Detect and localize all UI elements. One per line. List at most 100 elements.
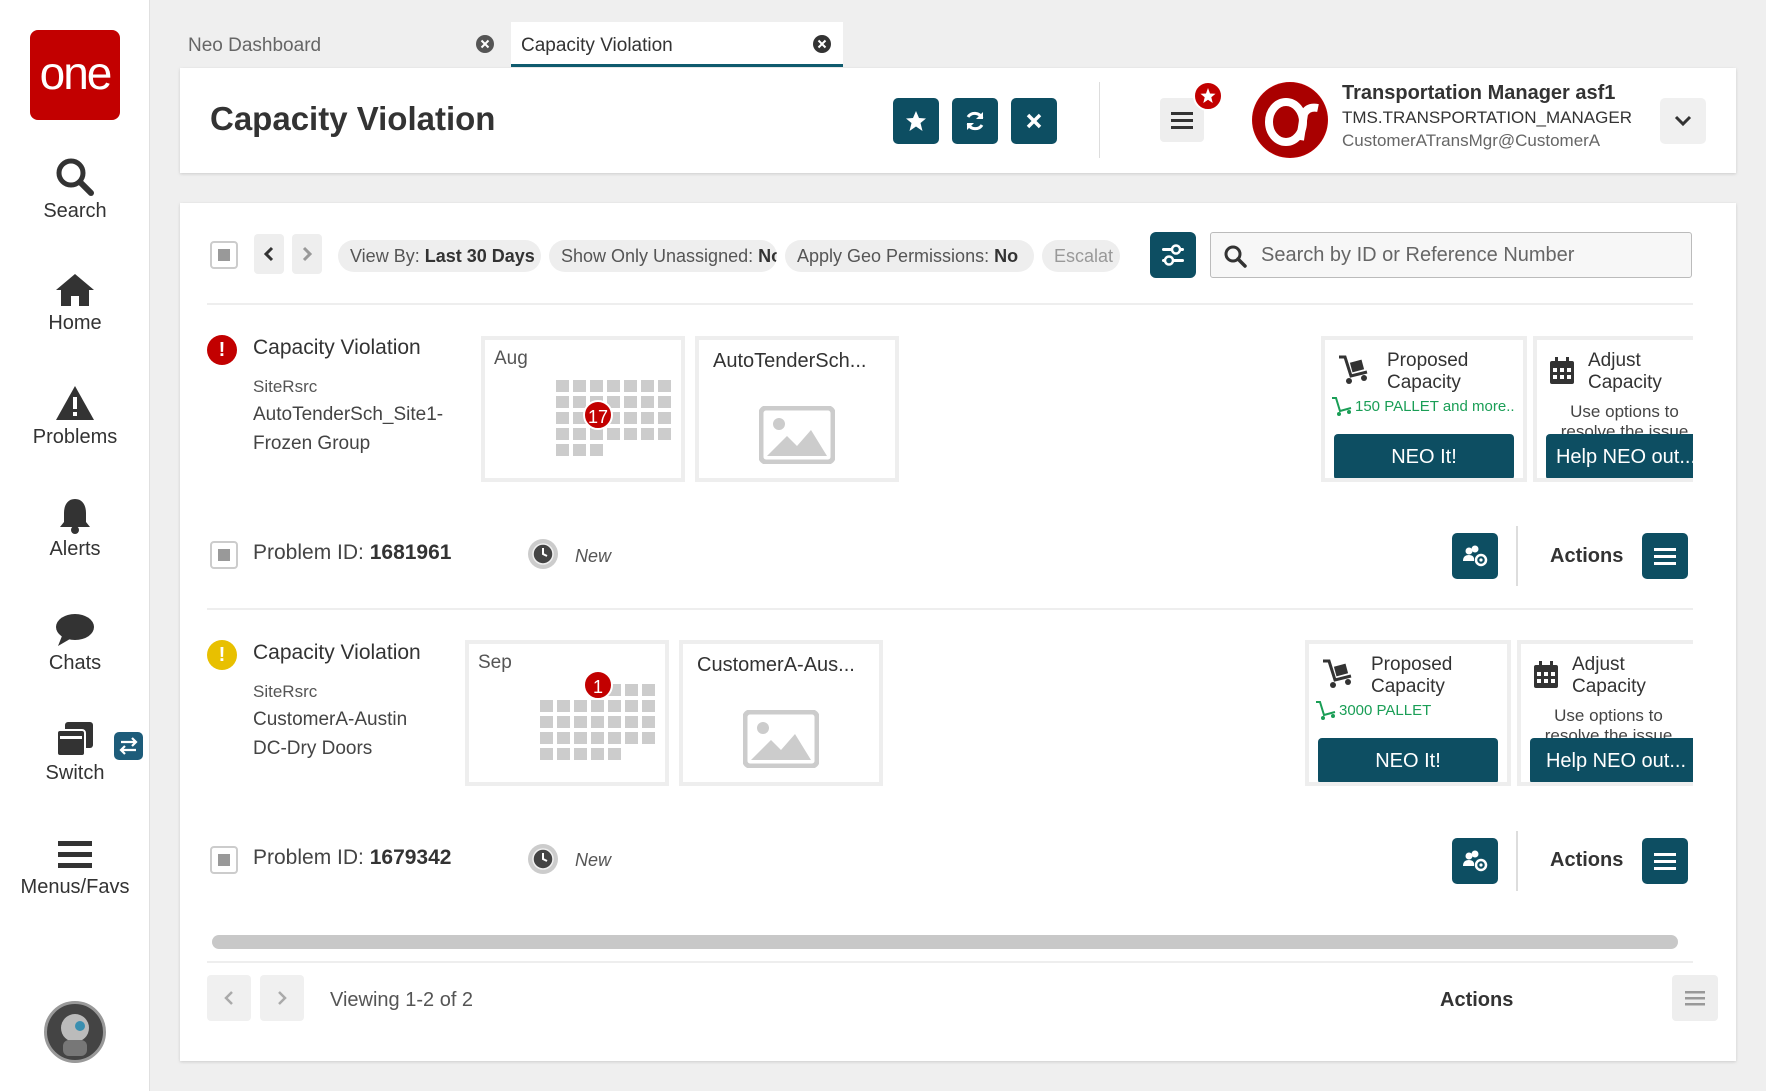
site-name: CustomerA-Aus... (697, 654, 855, 676)
adjust-title-line2: Capacity (1588, 372, 1662, 393)
site-image-tile[interactable]: AutoTenderSch... (695, 336, 899, 482)
tab-capacity-violation[interactable]: Capacity Violation (511, 22, 843, 67)
chip-label: Show Only Unassigned: (561, 246, 754, 266)
hamburger-icon (1654, 548, 1676, 565)
filter-chip-show-only-unassigned[interactable]: Show Only Unassigned: No (549, 240, 777, 272)
row-divider (207, 608, 1693, 610)
calendar-month: Aug (494, 348, 528, 369)
sidebar-label-alerts: Alerts (49, 538, 101, 560)
sidebar-label-search: Search (43, 200, 107, 222)
problem-value-line2: DC-Dry Doors (253, 738, 373, 759)
chevron-down-icon (1674, 115, 1692, 127)
page-title: Capacity Violation (210, 100, 496, 137)
cart-icon (1323, 659, 1352, 688)
calendar-month: Sep (478, 652, 512, 673)
sidebar-item-chats[interactable]: Chats (0, 612, 150, 675)
one-logo[interactable]: one (30, 30, 120, 120)
adjust-subtitle-line1: Use options to (1570, 402, 1679, 421)
calendar-grid-icon (556, 380, 671, 456)
previous-page-button[interactable] (207, 975, 251, 1021)
sidebar-item-search[interactable]: Search (0, 158, 150, 223)
swap-arrows-icon[interactable] (114, 732, 143, 760)
home-icon (56, 274, 94, 306)
horizontal-scrollbar[interactable] (212, 935, 1678, 949)
problem-checkbox[interactable] (210, 846, 238, 874)
sidebar-item-alerts[interactable]: Alerts (0, 496, 150, 561)
help-neo-out-button[interactable]: Help NEO out... (1530, 738, 1693, 782)
chip-label: Escalat (1054, 246, 1114, 266)
adjust-capacity-card: Adjust Capacity Use options to resolve t… (1533, 336, 1693, 482)
chips-scroll-right-button[interactable] (292, 234, 322, 274)
sidebar-item-problems[interactable]: Problems (0, 384, 150, 449)
green-cart-icon (1332, 397, 1352, 416)
menu-icon (58, 841, 92, 868)
favorite-button[interactable] (893, 98, 939, 144)
star-icon (906, 111, 926, 131)
chips-scroll-left-button[interactable] (254, 234, 284, 274)
search-input[interactable] (1261, 241, 1681, 269)
search-box[interactable] (1210, 232, 1692, 278)
help-neo-out-button[interactable]: Help NEO out... (1546, 434, 1693, 478)
problem-id-label: Problem ID: (253, 846, 364, 869)
filter-chip-apply-geo-permissions[interactable]: Apply Geo Permissions: No (785, 240, 1034, 272)
user-menu-dropdown-button[interactable] (1660, 98, 1706, 144)
users-gear-icon (1463, 545, 1488, 567)
calendar-tile[interactable]: Sep 1 (465, 640, 669, 786)
assign-group-button[interactable] (1452, 533, 1498, 579)
proposed-title-line2: Capacity (1387, 372, 1461, 393)
footer-actions-menu-button[interactable] (1672, 975, 1718, 1021)
problem-title[interactable]: Capacity Violation (253, 336, 421, 360)
select-all-checkbox[interactable] (210, 241, 238, 269)
neo-assistant-avatar[interactable] (44, 1001, 106, 1063)
sidebar-label-home: Home (48, 312, 102, 334)
calendar-date-badge: 1 (583, 670, 613, 700)
neo-it-button[interactable]: NEO It! (1334, 434, 1514, 478)
chevron-right-icon (302, 246, 313, 262)
refresh-icon (966, 111, 984, 131)
site-image-tile[interactable]: CustomerA-Aus... (679, 640, 883, 786)
bell-icon (60, 499, 90, 534)
toolbar-divider (207, 303, 1693, 305)
calendar-tile[interactable]: Aug 17 (481, 336, 685, 482)
chat-icon (56, 614, 94, 646)
filter-settings-button[interactable] (1150, 232, 1196, 278)
user-avatar[interactable] (1252, 82, 1328, 158)
problem-title[interactable]: Capacity Violation (253, 641, 421, 665)
tab-neo-dashboard[interactable]: Neo Dashboard (178, 22, 506, 67)
image-placeholder-icon (759, 406, 835, 464)
chip-value: No (758, 246, 777, 266)
footer-divider (207, 961, 1693, 963)
close-tab-icon[interactable] (813, 35, 831, 53)
close-tab-icon[interactable] (476, 35, 494, 53)
problem-status: New (575, 546, 612, 566)
proposed-detail: 3000 PALLET (1339, 702, 1432, 719)
actions-menu-button[interactable] (1642, 838, 1688, 884)
sidebar-label-problems: Problems (32, 426, 118, 448)
user-email: CustomerATransMgr@CustomerA (1342, 131, 1601, 150)
clock-icon (528, 844, 558, 874)
proposed-title-line2: Capacity (1371, 676, 1445, 697)
close-page-button[interactable] (1011, 98, 1057, 144)
assign-group-button[interactable] (1452, 838, 1498, 884)
proposed-capacity-card: Proposed Capacity 3000 PALLET NEO It! (1305, 640, 1511, 786)
sidebar-item-menus[interactable]: Menus/Favs (0, 838, 150, 899)
user-name: Transportation Manager asf1 (1342, 82, 1616, 104)
filter-chip-escalation[interactable]: Escalat (1042, 240, 1120, 272)
actions-label: Actions (1550, 545, 1624, 567)
search-icon (56, 158, 94, 196)
tab-label: Capacity Violation (521, 35, 673, 56)
next-page-button[interactable] (260, 975, 304, 1021)
close-icon (1026, 113, 1042, 129)
sidebar-item-home[interactable]: Home (0, 272, 150, 335)
problem-label: SiteRsrc (253, 682, 318, 701)
favorite-star-badge-icon (1193, 81, 1223, 111)
problem-checkbox[interactable] (210, 541, 238, 569)
refresh-button[interactable] (952, 98, 998, 144)
actions-menu-button[interactable] (1642, 533, 1688, 579)
neo-it-button[interactable]: NEO It! (1318, 738, 1498, 782)
adjust-title-line1: Adjust (1588, 350, 1641, 371)
severity-high-icon: ! (207, 335, 237, 365)
filter-chip-view-by[interactable]: View By: Last 30 Days (338, 240, 541, 272)
problem-id: Problem ID: 1681961 (253, 541, 451, 565)
clock-icon (528, 539, 558, 569)
